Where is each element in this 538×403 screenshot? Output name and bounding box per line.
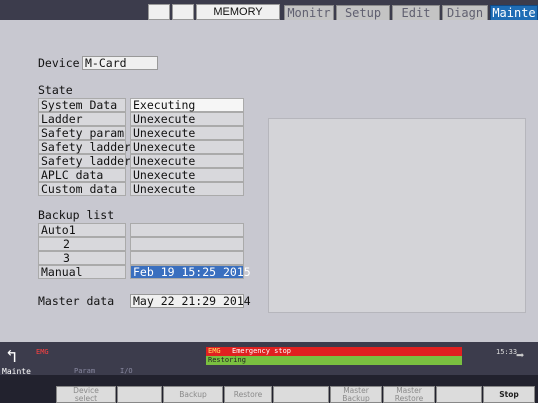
menu-param[interactable]: Param xyxy=(74,367,95,375)
backup-row-name[interactable]: Manual xyxy=(38,265,126,279)
title-bar: MEMORY Monitr Setup Edit Diagn Mainte xyxy=(0,0,538,20)
softkey-empty-1[interactable] xyxy=(117,386,162,403)
status-box-1 xyxy=(148,4,170,20)
state-heading: State xyxy=(38,83,73,97)
state-row-status: Executing xyxy=(130,98,244,112)
master-data-date: May 22 21:29 2014 xyxy=(130,294,251,308)
softkey-empty-2[interactable] xyxy=(273,386,329,403)
mode-indicator: MEMORY xyxy=(196,4,280,20)
device-field[interactable]: M-Card xyxy=(82,56,158,70)
master-data-label: Master data xyxy=(38,294,115,308)
state-row-name[interactable]: APLC data xyxy=(38,168,126,182)
tab-edit[interactable]: Edit xyxy=(392,5,440,20)
state-row-status: Unexecute xyxy=(130,168,244,182)
status-box-2 xyxy=(172,4,194,20)
softkey-backup[interactable]: Backup xyxy=(163,386,223,403)
backup-row-date[interactable] xyxy=(130,223,244,237)
tab-setup[interactable]: Setup xyxy=(336,5,390,20)
return-arrow-icon[interactable]: ↰ xyxy=(6,348,17,366)
state-row-status: Unexecute xyxy=(130,154,244,168)
softkey-stop[interactable]: Stop xyxy=(483,386,535,403)
softkey-empty-3[interactable] xyxy=(436,386,482,403)
main-panel: Device M-Card State System Data Executin… xyxy=(0,20,538,342)
backup-row-date[interactable] xyxy=(130,237,244,251)
alarm-emg-tag: EMG xyxy=(208,347,221,355)
state-row-status: Unexecute xyxy=(130,140,244,154)
status-bar: ↰ EMG EMG Emergency stop Restoring 15:33… xyxy=(0,342,538,376)
clock: 15:33 xyxy=(496,348,518,356)
state-row-name[interactable]: Ladder xyxy=(38,112,126,126)
preview-pane xyxy=(268,118,526,313)
backup-heading: Backup list xyxy=(38,208,115,222)
alarm-bar: EMG Emergency stop xyxy=(206,347,462,356)
state-row-name[interactable]: Safety ladder2 xyxy=(38,154,138,168)
backup-row-date[interactable] xyxy=(130,251,244,265)
emg-indicator: EMG xyxy=(36,348,49,356)
softkey-device-select[interactable]: Device select xyxy=(56,386,116,403)
tab-maintenance[interactable]: Mainte xyxy=(490,5,538,20)
state-row-status: Unexecute xyxy=(130,112,244,126)
state-row-name[interactable]: Custom data xyxy=(38,182,126,196)
alarm-message: Emergency stop xyxy=(232,347,292,355)
backup-row-name[interactable]: 2 xyxy=(38,237,126,251)
next-arrow-icon[interactable]: ➡ xyxy=(516,348,524,364)
backup-row-name[interactable]: Auto1 xyxy=(38,223,126,237)
softkey-restore[interactable]: Restore xyxy=(224,386,272,403)
state-row-name[interactable]: System Data xyxy=(38,98,126,112)
backup-row-name[interactable]: 3 xyxy=(38,251,126,265)
state-row-status: Unexecute xyxy=(130,182,244,196)
tab-diagnosis[interactable]: Diagn xyxy=(442,5,488,20)
state-row-name[interactable]: Safety ladder1 xyxy=(38,140,138,154)
device-label: Device xyxy=(38,56,80,70)
operation-status: Restoring xyxy=(208,356,246,364)
tab-monitor[interactable]: Monitr xyxy=(284,5,334,20)
state-row-status: Unexecute xyxy=(130,126,244,140)
menu-io[interactable]: I/O xyxy=(120,367,133,375)
backup-row-date[interactable]: Feb 19 15:25 2015 xyxy=(130,265,251,279)
softkey-master-backup[interactable]: Master Backup xyxy=(330,386,382,403)
state-row-name[interactable]: Safety param xyxy=(38,126,126,140)
operation-bar: Restoring xyxy=(206,356,462,365)
softkey-master-restore[interactable]: Master Restore xyxy=(383,386,435,403)
softkey-bar: Device select Backup Restore Master Back… xyxy=(0,375,538,403)
